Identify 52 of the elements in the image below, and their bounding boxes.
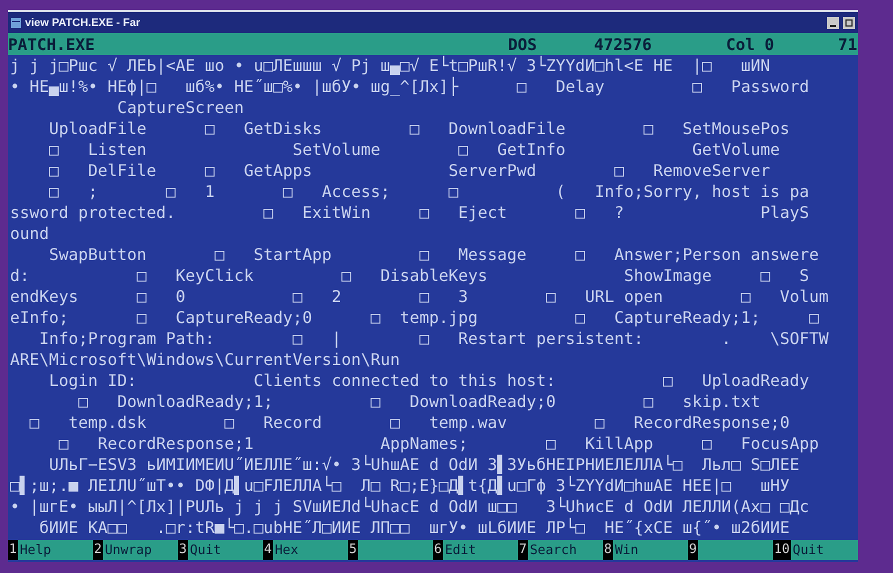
text-line: endKeys □ 0 □ 2 □ 3 □ URL open □ Volum: [10, 286, 830, 307]
key-number: 1: [8, 540, 18, 560]
minimize-button[interactable]: [827, 16, 839, 28]
text-line: j j j□Pшc √ ЛЕЬ|<AE шо • u□ЛЕшшш √ Pj ш▄□√ E└t□PшR!√ 3└ZYYdИ□hl<E HE |□ шИN: [10, 55, 772, 76]
key-number: 10: [773, 540, 791, 560]
maximize-icon: [845, 18, 853, 26]
text-line: Info;Program Path: □ | □ Restart persistent: . \SOFTW: [38, 328, 830, 349]
text-line: • |шгЕ• ыыЛ|^[Лx]|РUЛь j j j SVшИЕЛd└UhacE d OdИ ш□□ 3└UhиcE d OdИ ЛЕЛЛИ(Ax□ □Дс: [10, 496, 810, 517]
scroll-percent: 71: [838, 34, 858, 54]
text-line: □ DownloadReady;1; □ DownloadReady;0 □ skip.txt: [77, 391, 762, 412]
encoding: DOS: [508, 34, 538, 54]
key-number: 5: [348, 540, 358, 560]
key-number: 2: [93, 540, 103, 560]
function-key[interactable]: Help: [18, 540, 93, 560]
key-number: 7: [518, 540, 528, 560]
text-line: бИИЕ KA□□ .□r:tR■└□.□ubHE˝Л□ИИЕ ЛП□□ шгУ• шLбИИЕ ЛР└□ HE˝{xCE ш{˝• ш2бИИЕ: [38, 517, 791, 538]
text-line: ssword protected. □ ExitWin □ Eject □ ? PlayS: [10, 202, 810, 223]
text-line: UploadFile □ GetDisks □ DownloadFile □ SetMousePos: [48, 118, 791, 139]
text-line: □ RecordResponse;1 AppNames; □ KillApp □ FocusApp: [58, 433, 820, 454]
function-key[interactable]: Win: [612, 540, 688, 560]
key-number: 3: [178, 540, 188, 560]
text-line: eInfo; □ CaptureReady;0 □ temp.jpg □ CaptureReady;1; □: [10, 307, 820, 328]
key-number: 8: [603, 540, 613, 560]
function-key[interactable]: Edit: [442, 540, 518, 560]
key-number: 9: [688, 540, 698, 560]
text-line: □ temp.dsk □ Record □ temp.wav □ RecordResponse;0: [28, 412, 791, 433]
text-line: ound: [10, 223, 50, 244]
maximize-button[interactable]: [843, 16, 855, 28]
text-line: □ Listen SetVolume □ GetInfo GetVolume: [48, 139, 781, 160]
text-line: UЛьГ−ESV3 ьИМIИМЕИU˝ИЕЛЛЕ˝ш:√• 3└UhшAE d OdИ 3▌3УьбНЕIРНИЕЛЕЛЛА└□ Льл□ S□ЛЕЕ: [48, 454, 800, 475]
file-name: PATCH.EXE: [8, 34, 96, 54]
text-line: □ ; □ 1 □ Access; □ ( Info;Sorry, host is pa: [48, 181, 810, 202]
function-key[interactable]: Search: [528, 540, 603, 560]
minimize-icon: [830, 24, 836, 26]
text-line: ARE\Microsoft\Windows\CurrentVersion\Run: [10, 349, 401, 370]
text-line: Login ID: Clients connected to this host: □ UploadReady: [48, 370, 810, 391]
text-line: d: □ KeyClick □ DisableKeys ShowImage □ S: [10, 265, 810, 286]
function-key[interactable]: Hex: [272, 540, 348, 560]
text-line: □▌;ш;.■ ЛЕIЛU˝шТ•• DФ|Д▌u□FЛЕЛЛА└□ Л□ R□;E}□Д▌t{Д▌u□Гф 3└ZYYdИ□hшAE HEE|□ шHУ: [10, 475, 791, 496]
text-line: • HE▄ш!%• HEф|□ шб%• HE˝ш□%• |шбУ• шg_^[Лx]├ □ Delay □ Password: [10, 76, 810, 97]
key-number: 4: [263, 540, 273, 560]
window-icon: [11, 18, 21, 28]
text-line: □ DelFile □ GetApps ServerPwd □ RemoveServer: [48, 160, 772, 181]
function-key[interactable]: Unwrap: [102, 540, 178, 560]
key-number: 6: [433, 540, 443, 560]
column-position: Col 0: [726, 34, 776, 54]
text-line: SwapButton □ StartApp □ Message □ Answer;Person answere: [48, 244, 820, 265]
function-key[interactable]: Quit: [188, 540, 263, 560]
function-key[interactable]: Quit: [790, 540, 858, 560]
window-title: view PATCH.EXE - Far: [25, 16, 140, 28]
text-line: CaptureScreen: [116, 97, 245, 118]
file-size: 472576: [594, 34, 653, 54]
